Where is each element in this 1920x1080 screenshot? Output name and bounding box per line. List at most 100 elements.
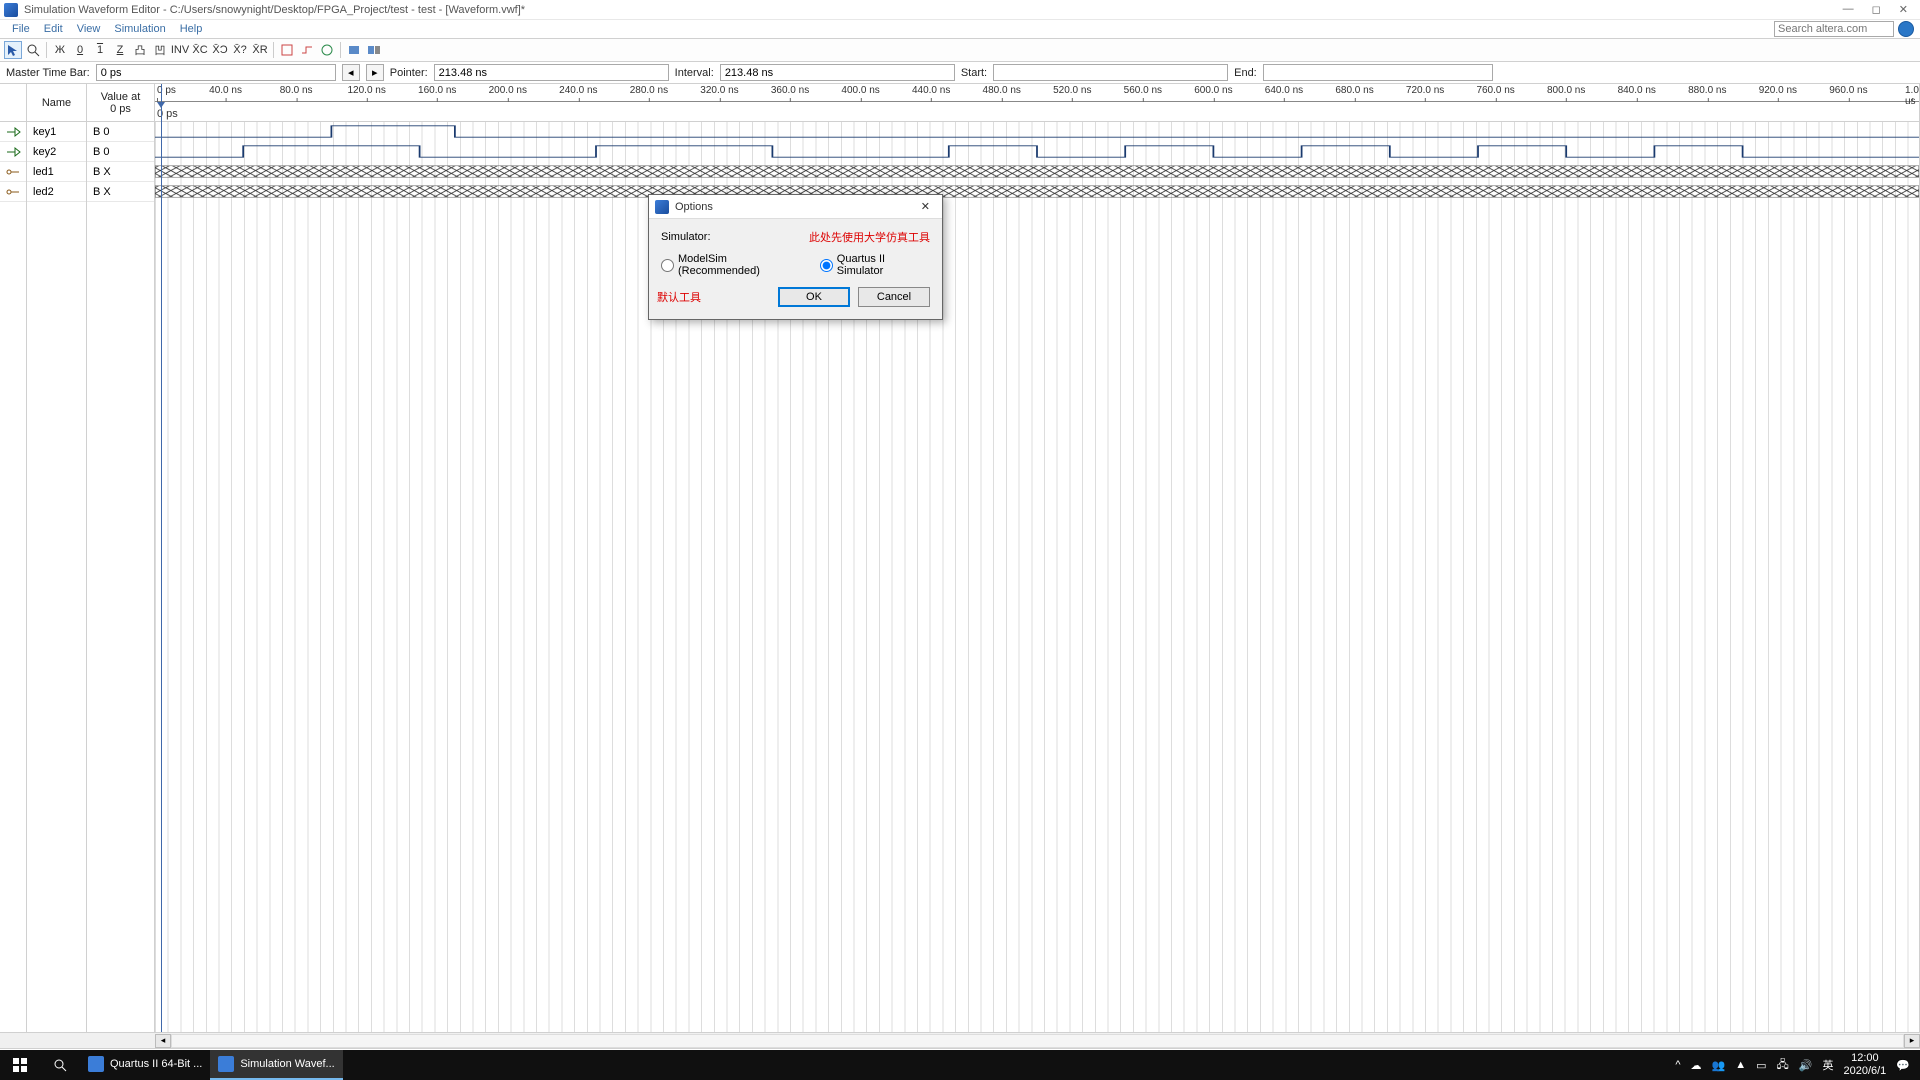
overwrite-clock-icon[interactable]: X̄R [251, 41, 269, 59]
taskbar-app[interactable]: Quartus II 64-Bit ... [80, 1050, 210, 1080]
force-weak-low-icon[interactable]: 凸 [131, 41, 149, 59]
ok-button[interactable]: OK [778, 287, 850, 307]
tray-battery-icon[interactable]: ▭ [1756, 1059, 1766, 1072]
waveform-row[interactable] [155, 122, 1919, 142]
waveform-row[interactable] [155, 182, 1919, 202]
signal-type-icon[interactable] [0, 162, 26, 182]
time-ruler[interactable]: 0 ps 40.0 ns 80.0 ns 120.0 ns 160.0 ns 2… [155, 84, 1919, 102]
ruler-tick: 560.0 ns [1124, 85, 1162, 96]
ruler-tick: 800.0 ns [1547, 85, 1585, 96]
end-label: End: [1234, 67, 1257, 79]
tray-volume-icon[interactable]: 🔊 [1799, 1059, 1813, 1072]
signal-name[interactable]: led1 [27, 162, 86, 182]
ruler-tick: 280.0 ns [630, 85, 668, 96]
options-dialog: Options ✕ Simulator: 此处先使用大学仿真工具 ModelSi… [648, 194, 943, 320]
hscroll-track[interactable] [171, 1034, 1904, 1048]
menu-file[interactable]: File [6, 23, 36, 35]
search-input[interactable] [1774, 21, 1894, 37]
waveform-grid [155, 122, 1919, 1032]
time-next-button[interactable]: ▸ [366, 64, 384, 81]
toolbar: Ж 0 1 Z 凸 凹 INV X̄C X̄Ɔ X̄? X̄R [0, 38, 1920, 62]
radio-modelsim[interactable]: ModelSim (Recommended) [661, 253, 806, 277]
interval-label: Interval: [675, 67, 714, 79]
search-taskbar-icon[interactable] [40, 1058, 80, 1072]
tray-people-icon[interactable]: 👥 [1712, 1059, 1726, 1072]
tray-onedrive2-icon[interactable]: ▲ [1735, 1059, 1746, 1071]
menu-help[interactable]: Help [174, 23, 209, 35]
force-low-icon[interactable]: 0 [71, 41, 89, 59]
menu-simulation[interactable]: Simulation [108, 23, 171, 35]
tray-clock-date: 2020/6/1 [1843, 1065, 1886, 1078]
start-button[interactable] [0, 1058, 40, 1072]
signal-type-icon[interactable] [0, 122, 26, 142]
snap-transition-icon[interactable] [298, 41, 316, 59]
cancel-button[interactable]: Cancel [858, 287, 930, 307]
taskbar-app[interactable]: Simulation Wavef... [210, 1050, 342, 1080]
waveform-row[interactable] [155, 142, 1919, 162]
ruler-tick: 680.0 ns [1335, 85, 1373, 96]
zoom-tool-icon[interactable] [24, 41, 42, 59]
maximize-button[interactable]: ◻ [1872, 3, 1881, 16]
master-time-input[interactable] [96, 64, 336, 81]
tray-network-icon[interactable]: 🖧 [1777, 1056, 1789, 1075]
ruler-tick: 640.0 ns [1265, 85, 1303, 96]
ruler-tick: 880.0 ns [1688, 85, 1726, 96]
zero-cursor-line[interactable] [161, 84, 162, 1032]
time-prev-button[interactable]: ◂ [342, 64, 360, 81]
signal-name[interactable]: key1 [27, 122, 86, 142]
signal-type-icon[interactable] [0, 182, 26, 202]
random-value-icon[interactable]: X̄Ɔ [211, 41, 229, 59]
radio-quartus[interactable]: Quartus II Simulator [820, 253, 930, 277]
force-highz-icon[interactable]: Z [111, 41, 129, 59]
start-input[interactable] [993, 64, 1228, 81]
tray-onedrive-icon[interactable]: ☁ [1691, 1059, 1702, 1072]
pointer-input[interactable] [434, 64, 669, 81]
end-input[interactable] [1263, 64, 1493, 81]
hscroll-left-button[interactable]: ◂ [155, 1034, 171, 1048]
menu-edit[interactable]: Edit [38, 23, 69, 35]
signal-type-icon[interactable] [0, 142, 26, 162]
force-high-icon[interactable]: 1 [91, 41, 109, 59]
signal-name[interactable]: led2 [27, 182, 86, 202]
get-value-icon[interactable] [318, 41, 336, 59]
selection-tool-icon[interactable] [4, 41, 22, 59]
run-simulation-icon[interactable] [345, 41, 363, 59]
annotation-top: 此处先使用大学仿真工具 [809, 229, 930, 245]
dialog-close-button[interactable]: ✕ [915, 200, 936, 213]
snap-grid-icon[interactable] [278, 41, 296, 59]
invert-icon[interactable]: INV [171, 41, 189, 59]
dialog-icon [655, 200, 669, 214]
value-header-line1: Value at [101, 91, 141, 103]
tray-ime[interactable]: 英 [1822, 1057, 1833, 1073]
tray-clock[interactable]: 12:00 2020/6/1 [1843, 1052, 1886, 1078]
signal-name[interactable]: key2 [27, 142, 86, 162]
simulation-settings-icon[interactable] [365, 41, 383, 59]
ruler-tick: 840.0 ns [1618, 85, 1656, 96]
minimize-button[interactable]: — [1843, 3, 1854, 16]
info-bar: Master Time Bar: ◂ ▸ Pointer: Interval: … [0, 62, 1920, 84]
ruler-tick: 760.0 ns [1476, 85, 1514, 96]
waveform-row[interactable] [155, 162, 1919, 182]
search-go-icon[interactable] [1898, 21, 1914, 37]
signal-value: B X [87, 182, 154, 202]
start-label: Start: [961, 67, 987, 79]
tray-clock-time: 12:00 [1843, 1052, 1886, 1065]
close-button[interactable]: ✕ [1899, 3, 1908, 16]
dialog-title: Options [675, 201, 915, 213]
menu-view[interactable]: View [71, 23, 107, 35]
count-value-icon[interactable]: X̄C [191, 41, 209, 59]
ruler-tick: 160.0 ns [418, 85, 456, 96]
hscroll-bar[interactable]: ◂ ▸ [0, 1032, 1920, 1048]
value-column: Value at 0 ps B 0 B 0 B X B X [87, 84, 155, 1032]
force-weak-high-icon[interactable]: 凹 [151, 41, 169, 59]
ruler-tick: 720.0 ns [1406, 85, 1444, 96]
waveform-area[interactable]: 0 ps 40.0 ns 80.0 ns 120.0 ns 160.0 ns 2… [155, 84, 1920, 1032]
force-unknown-icon[interactable]: Ж [51, 41, 69, 59]
tray-notifications-icon[interactable]: 💬 [1896, 1059, 1910, 1072]
hscroll-right-button[interactable]: ▸ [1904, 1034, 1920, 1048]
tray-chevron-up-icon[interactable]: ^ [1675, 1059, 1680, 1071]
taskbar-app-label: Quartus II 64-Bit ... [110, 1058, 202, 1070]
taskbar[interactable]: Quartus II 64-Bit ... Simulation Wavef..… [0, 1050, 1920, 1080]
arbitrary-value-icon[interactable]: X̄? [231, 41, 249, 59]
interval-input[interactable] [720, 64, 955, 81]
